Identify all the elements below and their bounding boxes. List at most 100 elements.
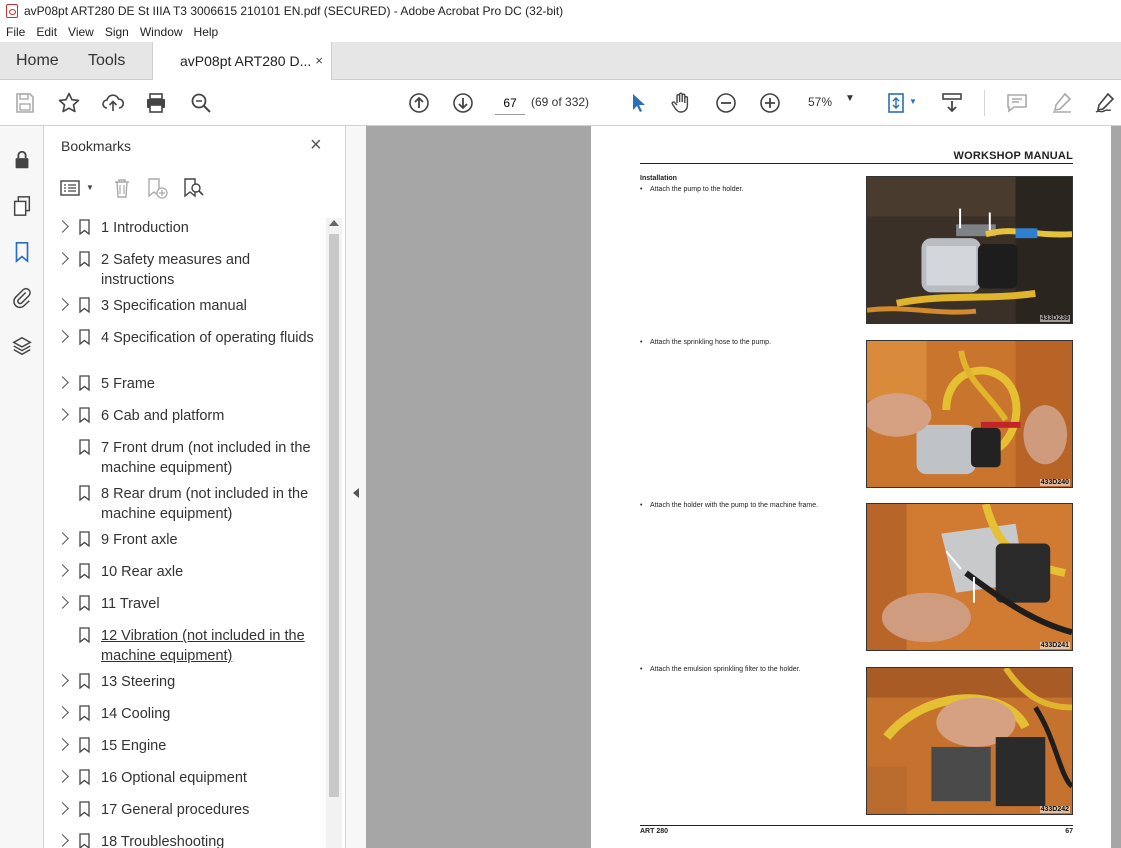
page-up-icon[interactable] bbox=[406, 90, 432, 116]
chevron-right-icon[interactable] bbox=[56, 532, 69, 545]
tab-document-label: avP08pt ART280 D... bbox=[180, 53, 312, 69]
chevron-right-icon[interactable] bbox=[56, 564, 69, 577]
menu-sign[interactable]: Sign bbox=[99, 25, 134, 39]
chevron-right-icon[interactable] bbox=[56, 408, 69, 421]
collapse-arrow-icon[interactable] bbox=[353, 488, 359, 498]
scroll-up-icon[interactable] bbox=[329, 220, 339, 226]
bookmark-icon bbox=[79, 531, 90, 547]
bookmark-label: 8 Rear drum (not included in the machine… bbox=[101, 486, 309, 522]
chevron-right-icon[interactable] bbox=[56, 330, 69, 343]
chevron-right-icon[interactable] bbox=[56, 252, 69, 265]
scrollbar-thumb[interactable] bbox=[329, 234, 339, 797]
tab-tools[interactable]: Tools bbox=[88, 42, 125, 80]
menu-help[interactable]: Help bbox=[188, 25, 224, 39]
highlight-icon[interactable] bbox=[1049, 90, 1075, 116]
bookmark-icon bbox=[79, 219, 90, 235]
upload-icon[interactable] bbox=[100, 90, 126, 116]
menu-window[interactable]: Window bbox=[134, 25, 188, 39]
close-icon[interactable]: × bbox=[310, 135, 322, 155]
photo-pump-holder: 433D239 bbox=[866, 176, 1073, 324]
zoom-in-icon[interactable] bbox=[757, 90, 783, 116]
footer-page-number: 67 bbox=[1065, 828, 1073, 835]
chevron-right-icon[interactable] bbox=[56, 220, 69, 233]
bookmark-icon bbox=[79, 595, 90, 611]
zoom-out-icon[interactable] bbox=[713, 90, 739, 116]
step-text: • Attach the pump to the holder. bbox=[640, 186, 744, 193]
zoom-level[interactable]: 57% bbox=[808, 95, 832, 109]
bookmark-options-icon[interactable] bbox=[60, 178, 82, 198]
bookmark-icon bbox=[79, 627, 90, 643]
save-icon[interactable] bbox=[12, 90, 38, 116]
attachment-icon[interactable] bbox=[10, 286, 34, 310]
bookmarks-scrollbar[interactable] bbox=[326, 218, 342, 848]
pages-thumbnail-icon[interactable] bbox=[10, 194, 34, 218]
menu-file[interactable]: File bbox=[0, 25, 30, 39]
pdf-page: WORKSHOP MANUAL Installation • Attach the… bbox=[591, 126, 1111, 848]
page-number-input[interactable] bbox=[495, 91, 525, 115]
zoom-dropdown-icon[interactable]: ▼ bbox=[845, 93, 855, 104]
bookmark-icon bbox=[79, 833, 90, 848]
bookmark-label: 10 Rear axle bbox=[101, 564, 184, 580]
bookmark-icon bbox=[79, 485, 90, 501]
bookmark-icon bbox=[79, 673, 90, 689]
print-icon[interactable] bbox=[143, 90, 169, 116]
tab-home[interactable]: Home bbox=[16, 42, 59, 80]
bookmark-icon bbox=[79, 439, 90, 455]
bookmark-panel-icon[interactable] bbox=[10, 240, 34, 264]
bookmark-icon bbox=[79, 801, 90, 817]
fit-dropdown-icon[interactable]: ▼ bbox=[909, 97, 917, 106]
photo-code: 433D241 bbox=[1039, 642, 1070, 649]
chevron-right-icon[interactable] bbox=[56, 376, 69, 389]
section-heading: Installation bbox=[640, 175, 677, 182]
bookmark-label: 15 Engine bbox=[101, 738, 167, 754]
document-view[interactable]: WORKSHOP MANUAL Installation • Attach the… bbox=[366, 126, 1121, 848]
select-arrow-icon[interactable] bbox=[625, 90, 651, 116]
layers-icon[interactable] bbox=[10, 334, 34, 358]
star-icon[interactable] bbox=[56, 90, 82, 116]
bookmark-label: 13 Steering bbox=[101, 674, 176, 690]
lock-icon[interactable] bbox=[10, 148, 34, 172]
tab-bar: Home Tools avP08pt ART280 D... × bbox=[0, 42, 1121, 80]
find-bookmark-icon[interactable] bbox=[182, 177, 204, 199]
chevron-right-icon[interactable] bbox=[56, 596, 69, 609]
bookmark-label: 12 Vibration (not included in the machin… bbox=[101, 628, 305, 664]
chevron-right-icon[interactable] bbox=[56, 770, 69, 783]
fit-page-icon[interactable] bbox=[883, 90, 909, 116]
menu-bar: File Edit View Sign Window Help bbox=[0, 22, 1121, 42]
bookmark-label: 3 Specification manual bbox=[101, 298, 247, 314]
delete-bookmark-icon[interactable] bbox=[112, 177, 132, 199]
menu-edit[interactable]: Edit bbox=[30, 25, 62, 39]
step-text: • Attach the emulsion sprinkling filter t… bbox=[640, 666, 801, 673]
bookmark-label: 11 Travel bbox=[101, 596, 160, 612]
bookmark-icon bbox=[79, 737, 90, 753]
chevron-right-icon[interactable] bbox=[56, 738, 69, 751]
search-icon[interactable] bbox=[188, 90, 214, 116]
menu-view[interactable]: View bbox=[62, 25, 99, 39]
bookmarks-panel: Bookmarks × ▼ 1 Introduction 2 Safety me… bbox=[44, 126, 346, 848]
tab-close-icon[interactable]: × bbox=[315, 42, 323, 80]
comment-icon[interactable] bbox=[1004, 90, 1030, 116]
chevron-down-icon[interactable]: ▼ bbox=[86, 183, 94, 192]
tab-document[interactable]: avP08pt ART280 D... × bbox=[152, 42, 332, 80]
bookmark-label: 4 Specification of operating fluids bbox=[101, 330, 314, 346]
step-text: • Attach the sprinkling hose to the pump. bbox=[640, 339, 772, 346]
chevron-right-icon[interactable] bbox=[56, 802, 69, 815]
bookmark-label: 14 Cooling bbox=[101, 706, 171, 722]
chevron-right-icon[interactable] bbox=[56, 298, 69, 311]
scroll-mode-icon[interactable] bbox=[939, 90, 965, 116]
bookmark-icon bbox=[79, 251, 90, 267]
bookmark-icon bbox=[79, 375, 90, 391]
page-down-icon[interactable] bbox=[450, 90, 476, 116]
bookmarks-list: 1 Introduction 2 Safety measures and ins… bbox=[44, 218, 326, 848]
hand-icon[interactable] bbox=[668, 90, 694, 116]
bookmark-label: 2 Safety measures and instructions bbox=[101, 252, 251, 288]
bookmark-label: 5 Frame bbox=[101, 376, 155, 392]
chevron-right-icon[interactable] bbox=[56, 674, 69, 687]
pdf-app-icon bbox=[6, 4, 18, 18]
new-bookmark-icon[interactable] bbox=[146, 177, 168, 199]
chevron-right-icon[interactable] bbox=[56, 834, 69, 847]
page-header: WORKSHOP MANUAL bbox=[953, 150, 1073, 162]
chevron-right-icon[interactable] bbox=[56, 706, 69, 719]
sign-icon[interactable] bbox=[1092, 90, 1118, 116]
panel-collapse-bar[interactable] bbox=[346, 126, 366, 848]
